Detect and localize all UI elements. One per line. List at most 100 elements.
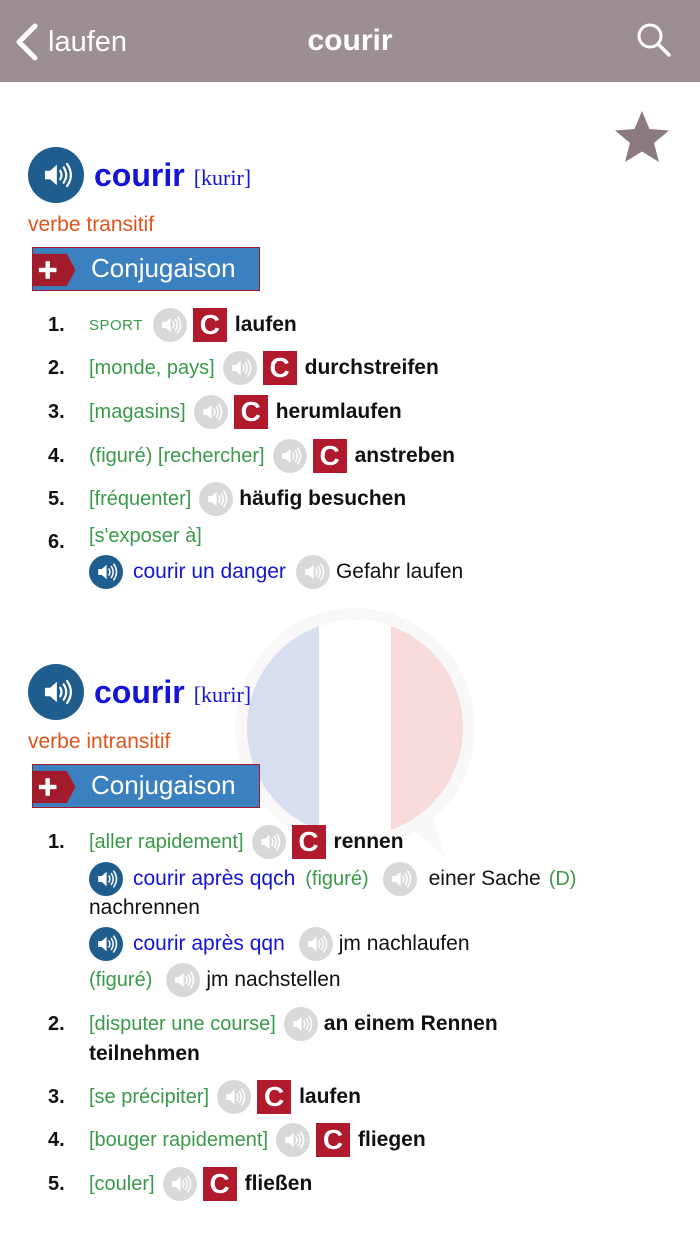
- back-button-label: laufen: [48, 26, 128, 58]
- conjugation-badge[interactable]: C: [233, 395, 268, 429]
- speaker-icon[interactable]: [276, 1123, 311, 1157]
- speaker-icon[interactable]: [251, 825, 286, 859]
- sense-number: 3.: [48, 1085, 65, 1108]
- conjugation-badge[interactable]: C: [202, 1167, 237, 1201]
- sense-context: [bouger rapidement]: [89, 1128, 269, 1151]
- sense-translation: rennen: [333, 830, 404, 853]
- sense-row: 2. [disputer une course] an einem Rennen: [48, 1004, 668, 1044]
- sense-number: 6.: [48, 530, 65, 553]
- plus-icon: [33, 770, 76, 804]
- example-translation: einer Sache: [428, 867, 541, 890]
- figurative-translation: jm nachstellen: [206, 968, 341, 991]
- sense-context: SPORT: [89, 316, 143, 334]
- conjugation-badge[interactable]: C: [192, 308, 227, 342]
- example-translation-continuation: nachrennen: [89, 896, 200, 919]
- sense-context: [monde, pays]: [89, 356, 215, 379]
- case-marker: (D): [548, 867, 577, 890]
- speaker-icon[interactable]: [193, 395, 228, 429]
- sense-translation: laufen: [234, 313, 297, 336]
- sense-number: 4.: [48, 444, 65, 467]
- part-of-speech: verbe intransitif: [28, 730, 171, 753]
- speaker-icon[interactable]: [199, 482, 234, 516]
- headword: courir: [94, 673, 185, 710]
- part-of-speech: verbe transitif: [28, 213, 155, 236]
- speaker-icon: [94, 560, 118, 584]
- conjugation-badge[interactable]: C: [291, 825, 326, 859]
- sense-context: [aller rapidement]: [89, 830, 244, 853]
- pronunciation: [kurir]: [193, 682, 252, 707]
- example-phrase: courir après qqch: [133, 867, 296, 890]
- plus-icon: [33, 253, 76, 287]
- sense-translation: an einem Rennen: [323, 1012, 498, 1035]
- conjugation-badge[interactable]: C: [257, 1080, 292, 1114]
- sense-number: 3.: [48, 400, 65, 423]
- sense-translation: fließen: [244, 1172, 313, 1195]
- headword-line: courir [kurir]: [28, 664, 251, 720]
- conjugation-badge[interactable]: C: [262, 351, 297, 385]
- speaker-icon[interactable]: [295, 555, 330, 589]
- sense-context: [magasins]: [89, 400, 186, 423]
- example-audio-button[interactable]: [89, 862, 123, 896]
- sense-translation: herumlaufen: [275, 400, 402, 423]
- speaker-icon[interactable]: [382, 862, 417, 896]
- sense-context: [disputer une course]: [89, 1012, 276, 1035]
- example-translation: Gefahr laufen: [335, 560, 464, 583]
- sense-row: 1. [aller rapidement] C rennen: [48, 822, 668, 862]
- search-button[interactable]: [636, 22, 672, 63]
- sense-context: [fréquenter]: [89, 487, 192, 510]
- speaker-icon[interactable]: [283, 1007, 318, 1041]
- sense-row: 5. [fréquenter] häufig besuchen: [48, 479, 668, 519]
- sense-number: 1.: [48, 830, 65, 853]
- headword-audio-button[interactable]: [28, 664, 84, 720]
- example-context: (figuré): [305, 867, 369, 890]
- sense-number: 5.: [48, 1172, 65, 1195]
- conjugation-badge[interactable]: C: [312, 439, 347, 473]
- sense-number: 1.: [48, 313, 65, 336]
- speaker-icon: [94, 867, 118, 891]
- sense-translation: durchstreifen: [304, 356, 439, 379]
- speaker-icon[interactable]: [217, 1080, 252, 1114]
- headword-line: courir [kurir]: [28, 147, 251, 203]
- headword-audio-button[interactable]: [28, 147, 84, 203]
- speaker-icon[interactable]: [272, 439, 307, 473]
- sense-row: 3. [magasins] C herumlaufen: [48, 392, 668, 432]
- sense-context: [couler]: [89, 1172, 155, 1195]
- sense-context: [s'exposer à]: [89, 524, 202, 547]
- star-icon: [615, 111, 669, 162]
- sense-translation-continuation: teilnehmen: [89, 1042, 200, 1065]
- sense-number: 4.: [48, 1128, 65, 1151]
- sense-context: [se précipiter]: [89, 1085, 210, 1108]
- sense-translation: häufig besuchen: [239, 487, 407, 510]
- figurative-row: (figuré) jm nachstellen: [89, 960, 700, 1000]
- example-audio-button[interactable]: [89, 555, 123, 589]
- pronunciation: [kurir]: [193, 165, 252, 190]
- example-audio-button[interactable]: [89, 927, 123, 961]
- conjugation-button[interactable]: Conjugaison: [32, 764, 260, 808]
- example-row: courir après qqn jm nachlaufen: [89, 924, 700, 964]
- sense-number: 5.: [48, 487, 65, 510]
- favorite-button[interactable]: [612, 108, 672, 173]
- speaker-icon[interactable]: [152, 308, 187, 342]
- example-translation: jm nachlaufen: [338, 932, 470, 955]
- sense-row: 4. [bouger rapidement] C fliegen: [48, 1120, 668, 1160]
- chevron-left-icon: [16, 23, 38, 61]
- speaker-icon[interactable]: [162, 1167, 197, 1201]
- sense-number: 2.: [48, 1012, 65, 1035]
- speaker-icon[interactable]: [166, 963, 201, 997]
- conjugation-badge[interactable]: C: [316, 1123, 351, 1157]
- sense-context: (figuré) [rechercher]: [89, 444, 265, 467]
- figurative-context: (figuré): [89, 968, 153, 991]
- conjugation-label: Conjugaison: [91, 253, 236, 283]
- conjugation-label: Conjugaison: [91, 770, 236, 800]
- conjugation-button[interactable]: Conjugaison: [32, 247, 260, 291]
- speaker-icon: [39, 675, 73, 709]
- speaker-icon: [94, 932, 118, 956]
- sense-row: 4. (figuré) [rechercher] C anstreben: [48, 436, 668, 476]
- example-phrase: courir après qqn: [133, 932, 285, 955]
- example-row: courir un danger Gefahr laufen: [89, 552, 700, 592]
- sense-translation: laufen: [299, 1085, 361, 1108]
- back-button[interactable]: laufen: [14, 22, 127, 62]
- speaker-icon[interactable]: [298, 927, 333, 961]
- headword: courir: [94, 156, 185, 193]
- speaker-icon[interactable]: [222, 351, 257, 385]
